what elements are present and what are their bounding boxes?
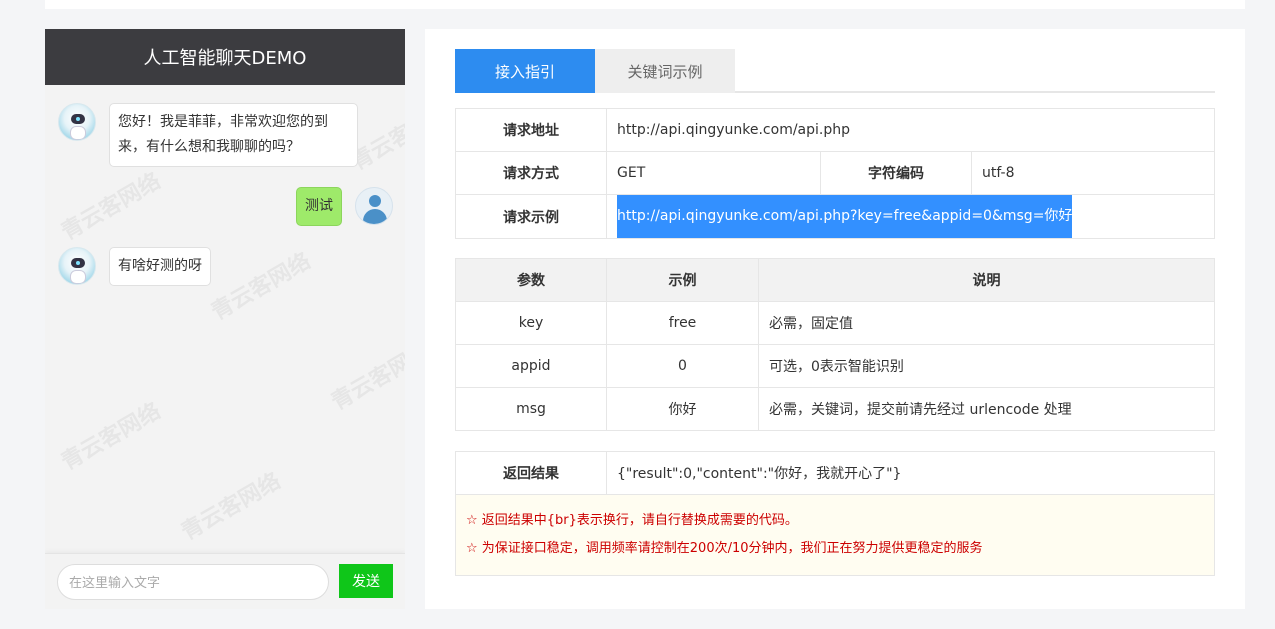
top-bar: [45, 0, 1245, 9]
result-value: {"result":0,"content":"你好，我就开心了"}: [606, 451, 1215, 495]
chat-text-input[interactable]: [57, 564, 329, 600]
watermark: 青云客网络: [57, 398, 166, 476]
chat-message-bot: 您好！我是菲菲，非常欢迎您的到来，有什么想和我聊聊的吗？: [58, 103, 358, 167]
robot-avatar-icon: [58, 103, 96, 141]
user-avatar-icon: [355, 187, 393, 225]
result-label: 返回结果: [455, 451, 607, 495]
table-row: 请求方式 GET 字符编码 utf-8: [455, 151, 1215, 195]
note-text: ☆ 为保证接口稳定，调用频率请控制在200次/10分钟内，我们正在努力提供更稳定…: [466, 541, 983, 556]
tab-bar: 接入指引 关键词示例: [455, 49, 1215, 93]
chat-message-bot: 有啥好测的呀: [58, 247, 211, 286]
tab-keyword-examples[interactable]: 关键词示例: [595, 49, 735, 93]
table-row: appid 0 可选，0表示智能识别: [455, 344, 1215, 388]
api-doc-panel: 接入指引 关键词示例 请求地址 http://api.qingyunke.com…: [425, 29, 1245, 609]
param-name: msg: [455, 387, 607, 431]
param-desc: 必需，固定值: [758, 301, 1215, 345]
table-row: ☆ 返回结果中{br}表示换行，请自行替换成需要的代码。 ☆ 为保证接口稳定，调…: [455, 494, 1215, 576]
url-value: http://api.qingyunke.com/api.php: [606, 108, 1215, 152]
method-value: GET: [606, 151, 821, 195]
charset-value: utf-8: [971, 151, 1215, 195]
param-example: 0: [606, 344, 759, 388]
robot-avatar-icon: [58, 247, 96, 285]
request-info-table: 请求地址 http://api.qingyunke.com/api.php 请求…: [455, 108, 1215, 239]
message-bubble: 测试: [296, 187, 342, 226]
watermark: 青云客网络: [177, 468, 286, 546]
result-table: 返回结果 {"result":0,"content":"你好，我就开心了"} ☆…: [455, 451, 1215, 576]
param-desc: 可选，0表示智能识别: [758, 344, 1215, 388]
column-header: 说明: [758, 258, 1215, 302]
message-bubble: 有啥好测的呀: [109, 247, 211, 286]
chat-title: 人工智能聊天DEMO: [45, 29, 405, 85]
param-example: 你好: [606, 387, 759, 431]
example-label: 请求示例: [455, 194, 607, 239]
tab-access-guide[interactable]: 接入指引: [455, 49, 595, 93]
chat-message-user: 测试: [296, 187, 393, 226]
example-url[interactable]: http://api.qingyunke.com/api.php?key=fre…: [617, 195, 1073, 238]
table-row: 请求示例 http://api.qingyunke.com/api.php?ke…: [455, 194, 1215, 239]
chat-panel: 人工智能聊天DEMO 青云客网络 青云客网络 青云客网络 青云客网络 青云客网络…: [45, 29, 405, 609]
watermark: 青云客网络: [57, 168, 166, 246]
send-button[interactable]: 发送: [339, 564, 393, 598]
column-header: 示例: [606, 258, 759, 302]
table-row: 返回结果 {"result":0,"content":"你好，我就开心了"}: [455, 451, 1215, 495]
column-header: 参数: [455, 258, 607, 302]
watermark: 青云客网络: [327, 338, 405, 416]
table-row: msg 你好 必需，关键词，提交前请先经过 urlencode 处理: [455, 387, 1215, 431]
param-example: free: [606, 301, 759, 345]
table-row: key free 必需，固定值: [455, 301, 1215, 345]
param-desc: 必需，关键词，提交前请先经过 urlencode 处理: [758, 387, 1215, 431]
table-header-row: 参数 示例 说明: [455, 258, 1215, 302]
param-name: appid: [455, 344, 607, 388]
method-label: 请求方式: [455, 151, 607, 195]
charset-label: 字符编码: [820, 151, 972, 195]
chat-input-bar: 发送: [45, 553, 405, 609]
url-label: 请求地址: [455, 108, 607, 152]
table-row: 请求地址 http://api.qingyunke.com/api.php: [455, 108, 1215, 152]
message-bubble: 您好！我是菲菲，非常欢迎您的到来，有什么想和我聊聊的吗？: [109, 103, 358, 167]
watermark: 青云客网络: [207, 248, 316, 326]
params-table: 参数 示例 说明 key free 必需，固定值 appid 0 可选，0表示智…: [455, 258, 1215, 431]
note-text: ☆ 返回结果中{br}表示换行，请自行替换成需要的代码。: [466, 513, 798, 528]
param-name: key: [455, 301, 607, 345]
